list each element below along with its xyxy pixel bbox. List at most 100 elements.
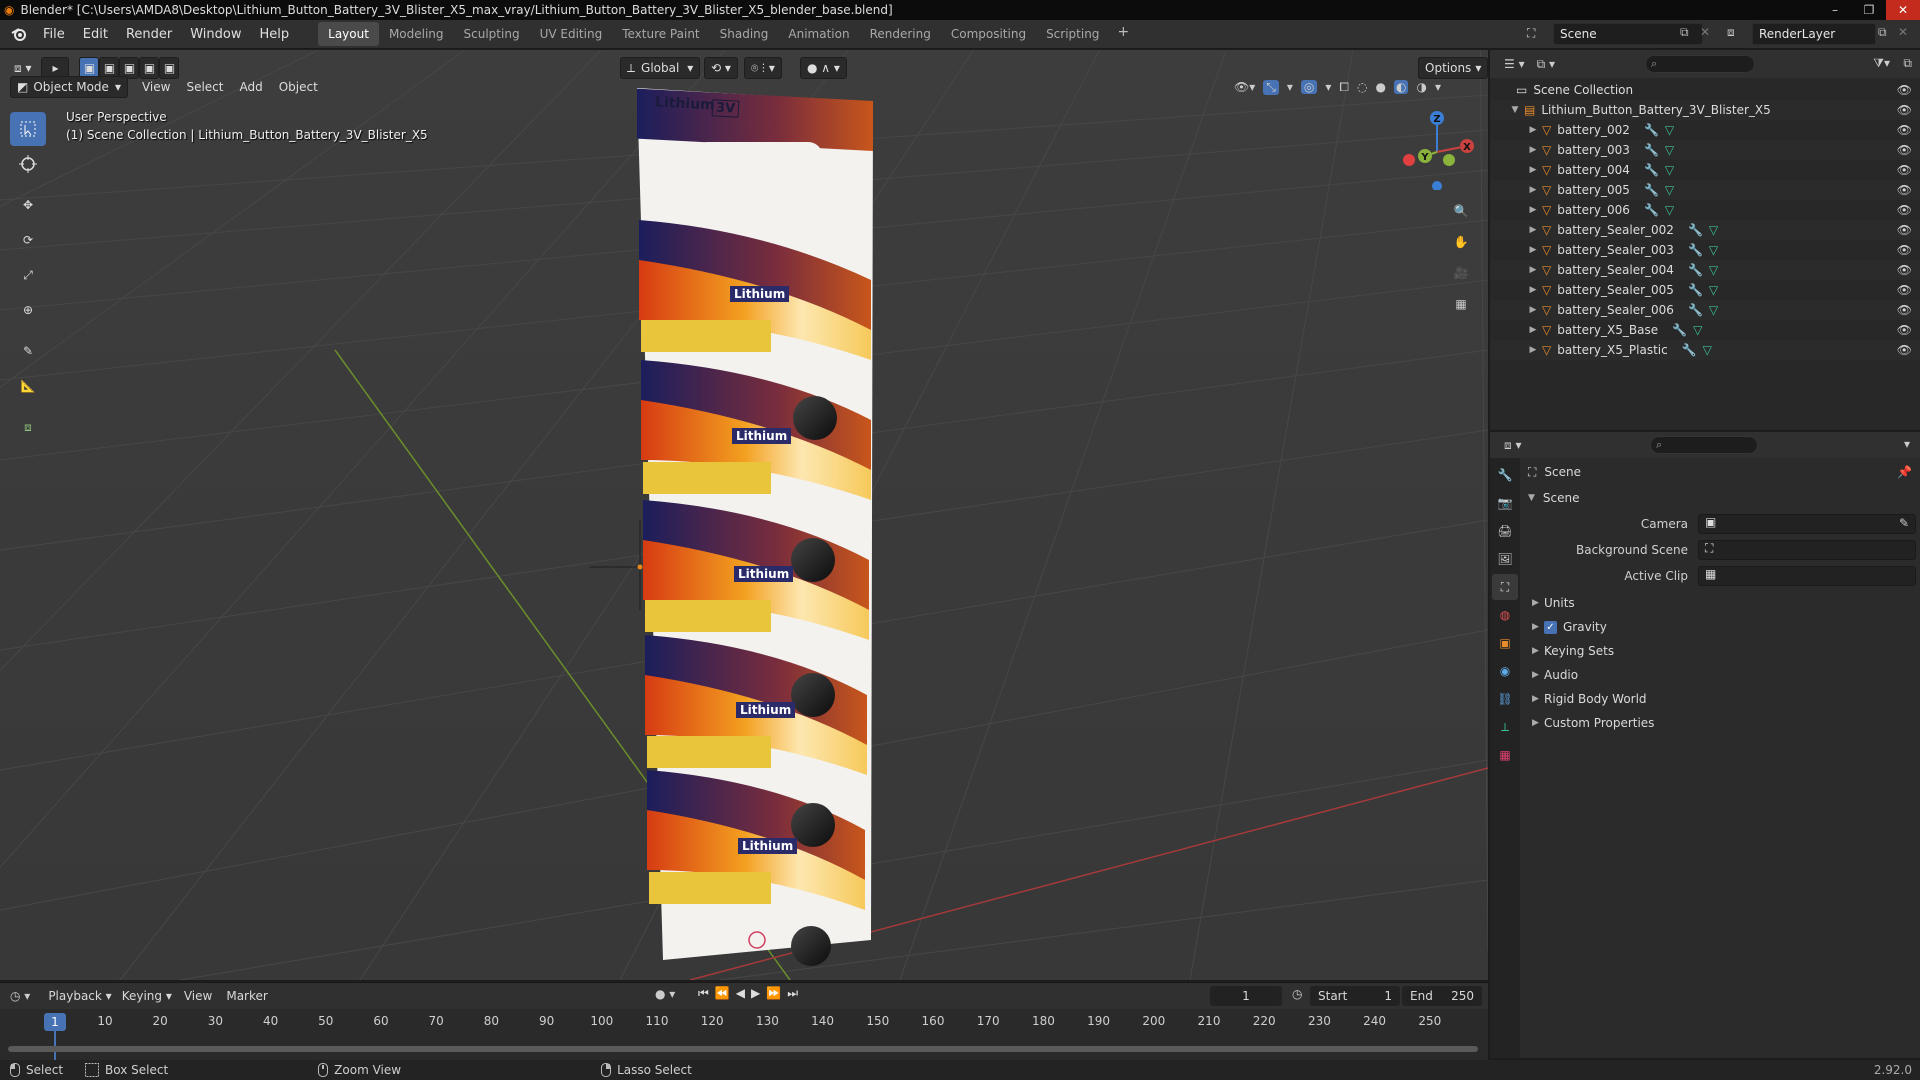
properties-search-input[interactable]: ⌕ — [1650, 436, 1758, 454]
visibility-eye-icon[interactable]: 👁 — [1897, 223, 1912, 237]
visibility-eye-icon[interactable]: 👁 — [1897, 303, 1912, 317]
menu-help[interactable]: Help — [251, 23, 299, 46]
mesh-data-icon[interactable]: ▽ — [1709, 283, 1718, 297]
menu-select[interactable]: Select — [178, 80, 231, 94]
mesh-data-icon[interactable]: ▽ — [1703, 343, 1712, 357]
modifier-wrench-icon[interactable]: 🔧 — [1644, 203, 1659, 217]
expand-arrow-icon[interactable]: ▶ — [1528, 305, 1538, 315]
mesh-data-icon[interactable]: ▽ — [1693, 323, 1702, 337]
visibility-eye-icon[interactable]: 👁 — [1897, 83, 1912, 97]
outliner-object[interactable]: ▶ ▽ battery_006 🔧 ▽ 👁 — [1490, 200, 1920, 220]
delete-view-layer-icon[interactable]: ✕ — [1898, 25, 1908, 39]
play-icon[interactable]: ▶ — [751, 986, 760, 1001]
tab-uv-editing[interactable]: UV Editing — [530, 22, 613, 46]
expand-arrow-icon[interactable]: ▶ — [1528, 265, 1538, 275]
expand-arrow-icon[interactable]: ▶ — [1528, 225, 1538, 235]
new-scene-icon[interactable]: ⧉ — [1680, 25, 1689, 40]
tab-rendering[interactable]: Rendering — [860, 22, 941, 46]
menu-keying[interactable]: Keying ▾ — [122, 989, 172, 1003]
outliner-object[interactable]: ▶ ▽ battery_003 🔧 ▽ 👁 — [1490, 140, 1920, 160]
add-cube-tool-icon[interactable]: ⧈ — [10, 410, 46, 444]
gizmo-dropdown-icon[interactable]: ▾ — [1287, 80, 1293, 94]
blender-logo-icon[interactable] — [6, 21, 32, 47]
modifier-wrench-icon[interactable]: 🔧 — [1688, 283, 1703, 297]
mesh-data-icon[interactable]: ▽ — [1665, 183, 1674, 197]
gravity-checkbox[interactable]: ✓ — [1544, 620, 1557, 634]
tab-layout[interactable]: Layout — [318, 22, 379, 46]
outliner-object[interactable]: ▶ ▽ battery_Sealer_005 🔧 ▽ 👁 — [1490, 280, 1920, 300]
start-frame-field[interactable]: Start 1 — [1310, 986, 1400, 1006]
eyedropper-icon[interactable]: ✎ — [1899, 516, 1909, 530]
filter-icon[interactable]: ⧩▾ — [1873, 56, 1890, 71]
solid-shading-icon[interactable]: ● — [1376, 80, 1386, 94]
playhead[interactable]: 1 — [44, 1013, 66, 1031]
menu-object[interactable]: Object — [271, 80, 326, 94]
outliner-search-input[interactable]: ⌕ — [1645, 55, 1755, 73]
expand-arrow-icon[interactable]: ▶ — [1528, 285, 1538, 295]
object-tab-icon[interactable]: ▣ — [1492, 630, 1518, 656]
tool-tab-icon[interactable]: 🔧 — [1492, 462, 1518, 488]
subpanel-header[interactable]: ▶ Keying Sets — [1532, 644, 1614, 658]
render-tab-icon[interactable]: 📷 — [1492, 490, 1518, 516]
move-tool-icon[interactable]: ✥ — [10, 188, 46, 222]
modifier-wrench-icon[interactable]: 🔧 — [1644, 163, 1659, 177]
scale-tool-icon[interactable]: ⤢ — [10, 258, 46, 292]
outliner-object[interactable]: ▶ ▽ battery_X5_Plastic 🔧 ▽ 👁 — [1490, 340, 1920, 360]
visibility-eye-icon[interactable]: 👁 — [1897, 183, 1912, 197]
expand-arrow-icon[interactable]: ▶ — [1528, 125, 1538, 135]
material-shading-icon[interactable]: ◐ — [1394, 80, 1409, 94]
mesh-data-icon[interactable]: ▽ — [1709, 243, 1718, 257]
expand-arrow-icon[interactable]: ▶ — [1528, 345, 1538, 355]
rotate-tool-icon[interactable]: ⟳ — [10, 223, 46, 257]
end-frame-field[interactable]: End 250 — [1402, 986, 1482, 1006]
pan-hand-icon[interactable]: ✋ — [1446, 227, 1476, 257]
mesh-data-icon[interactable]: ▽ — [1709, 263, 1718, 277]
menu-playback[interactable]: Playback ▾ — [48, 989, 111, 1003]
visibility-eye-icon[interactable]: 👁 — [1897, 263, 1912, 277]
expand-arrow-icon[interactable]: ▶ — [1528, 245, 1538, 255]
visibility-eye-icon[interactable]: 👁 — [1897, 143, 1912, 157]
prev-keyframe-icon[interactable]: ⏪ — [715, 986, 730, 1001]
modifier-wrench-icon[interactable]: 🔧 — [1644, 183, 1659, 197]
visibility-eye-icon[interactable]: 👁 — [1897, 323, 1912, 337]
modifier-wrench-icon[interactable]: 🔧 — [1688, 223, 1703, 237]
overlay-dropdown-icon[interactable]: ▾ — [1325, 80, 1331, 94]
timeline-scrollbar[interactable] — [8, 1046, 1478, 1052]
zoom-icon[interactable]: 🔍 — [1446, 196, 1476, 226]
menu-view-timeline[interactable]: View — [184, 989, 212, 1003]
visibility-eye-icon[interactable]: 👁 — [1897, 343, 1912, 357]
expand-arrow-icon[interactable]: ▶ — [1528, 205, 1538, 215]
3d-viewport[interactable]: Lithium 3V Lithium Lithium Lithium Lithi… — [0, 50, 1488, 980]
subpanel-header[interactable]: ▶ ✓ Gravity — [1532, 620, 1607, 634]
data-tab-icon[interactable]: ⟂ — [1492, 714, 1518, 740]
measure-tool-icon[interactable]: 📐 — [10, 369, 46, 403]
output-tab-icon[interactable]: 🖨 — [1492, 518, 1518, 544]
expand-arrow-icon[interactable]: ▶ — [1528, 145, 1538, 155]
tab-animation[interactable]: Animation — [778, 22, 859, 46]
outliner-object[interactable]: ▶ ▽ battery_Sealer_002 🔧 ▽ 👁 — [1490, 220, 1920, 240]
expand-arrow-icon[interactable]: ▼ — [1510, 105, 1520, 115]
maximize-button[interactable]: ❐ — [1852, 0, 1886, 20]
menu-view[interactable]: View — [134, 80, 178, 94]
jump-start-icon[interactable]: ⏮ — [698, 986, 709, 1001]
modifier-wrench-icon[interactable]: 🔧 — [1688, 243, 1703, 257]
select-box-tool-icon[interactable] — [10, 112, 46, 146]
outliner-collection[interactable]: ▼ ▤ Lithium_Button_Battery_3V_Blister_X5 👁 — [1490, 100, 1920, 120]
view-layer-icon[interactable]: ⧈ — [1727, 25, 1735, 40]
new-collection-icon[interactable]: ⧉ — [1903, 56, 1912, 71]
shading-dropdown-icon[interactable]: ▾ — [1435, 80, 1441, 94]
scene-icon[interactable]: ⛶ — [1527, 26, 1535, 41]
outliner-scene-collection[interactable]: ▭ Scene Collection 👁 — [1490, 80, 1920, 100]
new-view-layer-icon[interactable]: ⧉ — [1878, 25, 1887, 40]
mesh-data-icon[interactable]: ▽ — [1665, 163, 1674, 177]
visibility-eye-icon[interactable]: 👁 — [1897, 283, 1912, 297]
tab-sculpting[interactable]: Sculpting — [454, 22, 530, 46]
play-reverse-icon[interactable]: ◀ — [736, 986, 745, 1001]
expand-arrow-icon[interactable]: ▶ — [1528, 325, 1538, 335]
scene-tab-icon[interactable]: ⛶ — [1492, 574, 1518, 600]
physics-tab-icon[interactable]: ◉ — [1492, 658, 1518, 684]
expand-arrow-icon[interactable]: ▶ — [1528, 165, 1538, 175]
subpanel-header[interactable]: ▶ Audio — [1532, 668, 1578, 682]
outliner-object[interactable]: ▶ ▽ battery_X5_Base 🔧 ▽ 👁 — [1490, 320, 1920, 340]
add-workspace-button[interactable]: + — [1109, 22, 1137, 46]
